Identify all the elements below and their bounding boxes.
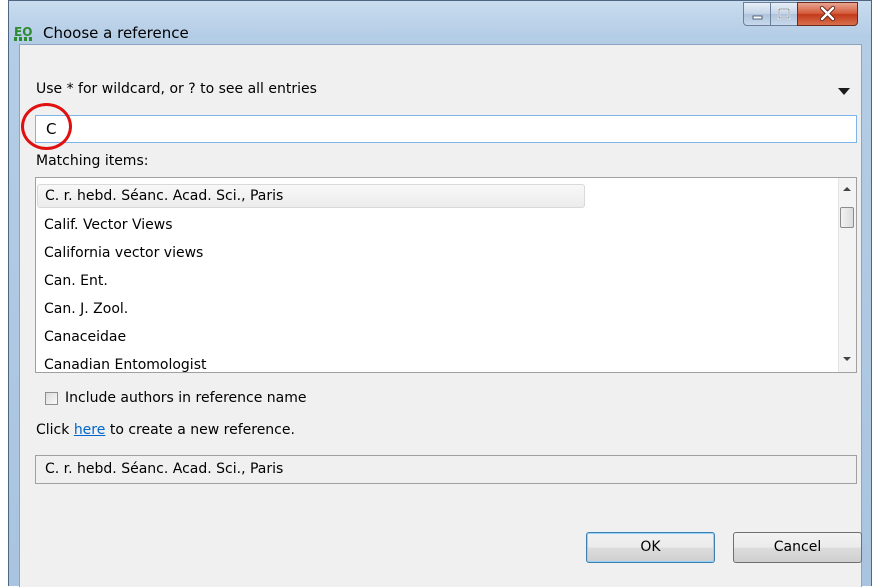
scroll-thumb[interactable] xyxy=(840,207,854,228)
list-item[interactable]: C. r. hebd. Séanc. Acad. Sci., Paris xyxy=(37,184,585,208)
close-icon xyxy=(819,5,836,22)
matching-items-list[interactable]: C. r. hebd. Séanc. Acad. Sci., Paris Cal… xyxy=(35,177,857,373)
dialog-window: EO Choose a reference Use * for wildcard… xyxy=(8,0,872,587)
create-prefix: Click xyxy=(36,422,74,438)
list-item[interactable]: Can. J. Zool. xyxy=(44,301,128,317)
cancel-button[interactable]: Cancel xyxy=(733,532,862,563)
minimize-button[interactable] xyxy=(743,2,771,26)
include-authors-checkbox[interactable] xyxy=(45,392,58,405)
highlight-annotation xyxy=(21,103,72,150)
search-input[interactable] xyxy=(35,115,857,143)
vertical-scrollbar[interactable] xyxy=(838,178,856,372)
close-button[interactable] xyxy=(797,2,858,26)
list-item[interactable]: California vector views xyxy=(44,245,203,261)
include-authors-label[interactable]: Include authors in reference name xyxy=(65,390,307,406)
window-title: Choose a reference xyxy=(43,24,189,42)
chevron-down-icon[interactable] xyxy=(838,88,850,95)
title-bar[interactable]: EO Choose a reference xyxy=(9,1,871,43)
create-reference-link[interactable]: here xyxy=(74,422,106,438)
selected-reference-field: C. r. hebd. Séanc. Acad. Sci., Paris xyxy=(35,455,857,484)
svg-text:EO: EO xyxy=(14,25,32,39)
list-item[interactable]: Calif. Vector Views xyxy=(44,217,173,233)
minimize-icon xyxy=(752,15,763,20)
scroll-up-icon[interactable] xyxy=(843,187,851,191)
list-item[interactable]: Canaceidae xyxy=(44,329,126,345)
desktop-edge xyxy=(0,0,8,586)
maximize-icon xyxy=(777,7,791,20)
maximize-button[interactable] xyxy=(770,2,798,26)
matching-items-label: Matching items: xyxy=(36,153,149,169)
search-hint: Use * for wildcard, or ? to see all entr… xyxy=(36,81,317,97)
create-reference-text: Click here to create a new reference. xyxy=(36,422,295,438)
list-item[interactable]: Can. Ent. xyxy=(44,273,108,289)
dialog-content: Use * for wildcard, or ? to see all entr… xyxy=(19,44,862,587)
app-logo-icon: EO xyxy=(14,25,32,41)
ok-button[interactable]: OK xyxy=(586,532,715,563)
create-suffix: to create a new reference. xyxy=(105,422,295,438)
list-item[interactable]: Canadian Entomologist xyxy=(44,357,206,372)
scroll-down-icon[interactable] xyxy=(843,357,851,361)
